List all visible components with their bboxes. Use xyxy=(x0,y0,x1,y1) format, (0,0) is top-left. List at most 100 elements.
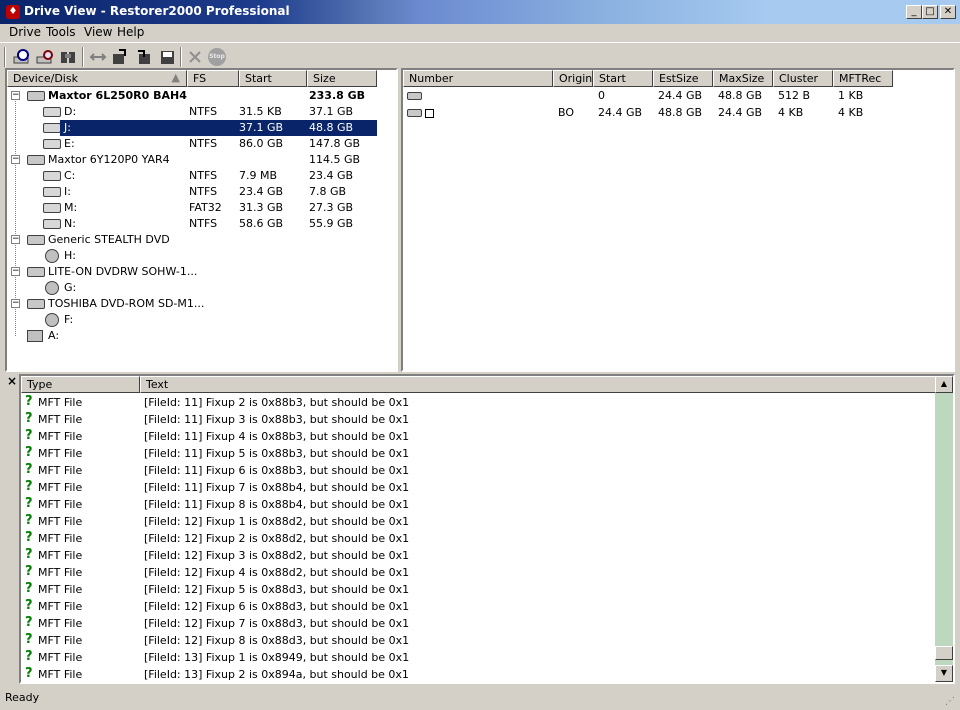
log-row[interactable]: ? MFT File [FileId: 12] Fixup 6 is 0x88d3,… xyxy=(21,599,933,616)
log-row[interactable]: ? MFT File [FileId: 11] Fixup 3 is 0x88b3,… xyxy=(21,412,933,429)
column-header-start[interactable]: Start xyxy=(593,70,653,87)
log-row[interactable]: ? MFT File [FileId: 12] Fixup 4 is 0x88d2,… xyxy=(21,565,933,582)
tree-volume-item[interactable]: G: xyxy=(7,280,396,296)
tree-volume-item[interactable]: A: xyxy=(7,328,396,344)
log-row[interactable]: ? MFT File [FileId: 12] Fixup 3 is 0x88d2,… xyxy=(21,548,933,565)
save-icon[interactable] xyxy=(157,47,177,67)
scroll-up-button[interactable]: ▲ xyxy=(935,376,953,393)
column-header-origin[interactable]: Origin xyxy=(553,70,593,87)
log-text: [FileId: 12] Fixup 7 is 0x88d3, but shou… xyxy=(144,617,410,630)
scan-drive-icon[interactable] xyxy=(12,47,32,67)
tree-volume-item[interactable]: I: NTFS 23.4 GB 7.8 GB xyxy=(7,184,396,200)
tree-disk-item[interactable]: − Maxtor 6L250R0 BAH4 233.8 GB xyxy=(7,88,396,104)
minimize-button[interactable]: _ xyxy=(906,5,922,19)
fs-value: NTFS xyxy=(189,185,218,198)
log-row[interactable]: ? MFT File [FileId: 11] Fixup 6 is 0x88b3,… xyxy=(21,463,933,480)
log-row[interactable]: ? MFT File [FileId: 12] Fixup 7 is 0x88d3,… xyxy=(21,616,933,633)
open-volume-icon[interactable] xyxy=(110,47,130,67)
tree-disk-item[interactable]: − TOSHIBA DVD-ROM SD-M1... xyxy=(7,296,396,312)
connect-icon[interactable] xyxy=(88,47,108,67)
maxsize-value: 48.8 GB xyxy=(718,89,763,102)
app-icon[interactable]: ♦ xyxy=(6,5,20,19)
tree-volume-item[interactable]: E: NTFS 86.0 GB 147.8 GB xyxy=(7,136,396,152)
log-row[interactable]: ? MFT File [FileId: 11] Fixup 5 is 0x88b3,… xyxy=(21,446,933,463)
tree-volume-item[interactable]: M: FAT32 31.3 GB 27.3 GB xyxy=(7,200,396,216)
device-name: M: xyxy=(64,201,78,214)
log-row[interactable]: ? MFT File [FileId: 11] Fixup 2 is 0x88b3,… xyxy=(21,395,933,412)
maximize-button[interactable]: □ xyxy=(922,5,938,19)
log-row[interactable]: ? MFT File [FileId: 12] Fixup 1 is 0x88d2,… xyxy=(21,514,933,531)
start-value: 37.1 GB xyxy=(239,121,284,134)
tree-volume-item[interactable]: H: xyxy=(7,248,396,264)
column-header-mftrec[interactable]: MFTRec xyxy=(833,70,893,87)
collapse-icon[interactable]: − xyxy=(11,91,20,100)
log-row[interactable]: ? MFT File [FileId: 12] Fixup 2 is 0x88d2,… xyxy=(21,531,933,548)
collapse-icon[interactable]: − xyxy=(11,235,20,244)
tree-volume-item[interactable]: F: xyxy=(7,312,396,328)
volume-icon xyxy=(43,139,61,149)
menu-help[interactable]: Help xyxy=(117,25,144,39)
log-type: MFT File xyxy=(38,430,83,443)
tree-volume-item[interactable]: N: NTFS 58.6 GB 55.9 GB xyxy=(7,216,396,232)
scroll-thumb[interactable] xyxy=(935,646,953,660)
cluster-value: 4 KB xyxy=(778,106,804,119)
log-text: [FileId: 11] Fixup 3 is 0x88b3, but shou… xyxy=(144,413,410,426)
log-row[interactable]: ? MFT File [FileId: 11] Fixup 7 is 0x88b4,… xyxy=(21,480,933,497)
partition-row[interactable]: BO 24.4 GB 48.8 GB 24.4 GB 4 KB 4 KB xyxy=(403,105,953,122)
log-row[interactable]: ? MFT File [FileId: 11] Fixup 8 is 0x88b4,… xyxy=(21,497,933,514)
resize-grip[interactable]: ⋰ xyxy=(945,696,955,707)
question-icon: ? xyxy=(25,581,33,596)
log-close-icon[interactable]: × xyxy=(5,374,19,388)
tree-disk-item[interactable]: − Generic STEALTH DVD xyxy=(7,232,396,248)
log-row[interactable]: ? MFT File [FileId: 12] Fixup 8 is 0x88d3,… xyxy=(21,633,933,650)
menu-tools[interactable]: Tools xyxy=(46,25,76,39)
toolbar: Stop xyxy=(0,42,960,69)
column-header-text[interactable]: Text xyxy=(140,376,938,393)
column-header-cluster[interactable]: Cluster xyxy=(773,70,833,87)
hard-disk-icon xyxy=(27,299,45,309)
log-row[interactable]: ? MFT File [FileId: 11] Fixup 4 is 0x88b3,… xyxy=(21,429,933,446)
stop-label: Stop xyxy=(208,48,226,66)
tree-volume-item[interactable]: C: NTFS 7.9 MB 23.4 GB xyxy=(7,168,396,184)
device-name: TOSHIBA DVD-ROM SD-M1... xyxy=(48,297,205,310)
tree-disk-item[interactable]: − Maxtor 6Y120P0 YAR4 114.5 GB xyxy=(7,152,396,168)
log-text: [FileId: 12] Fixup 6 is 0x88d3, but shou… xyxy=(144,600,410,613)
scroll-down-button[interactable]: ▼ xyxy=(935,665,953,682)
collapse-icon[interactable]: − xyxy=(11,155,20,164)
window-title: Drive View - Restorer2000 Professional xyxy=(24,4,290,18)
collapse-icon[interactable]: − xyxy=(11,267,20,276)
fs-value: NTFS xyxy=(189,105,218,118)
partition-row[interactable]: 0 24.4 GB 48.8 GB 512 B 1 KB xyxy=(403,88,953,105)
question-icon: ? xyxy=(25,445,33,460)
column-header-size[interactable]: Size xyxy=(307,70,377,87)
tree-volume-item[interactable]: J: 37.1 GB 48.8 GB xyxy=(7,120,396,136)
menu-view[interactable]: View xyxy=(84,25,112,39)
stop-icon[interactable]: Stop xyxy=(207,47,227,67)
start-value: 23.4 GB xyxy=(239,185,284,198)
tree-volume-item[interactable]: D: NTFS 31.5 KB 37.1 GB xyxy=(7,104,396,120)
log-scrollbar[interactable]: ▲ ▼ xyxy=(935,376,953,682)
search-drive-icon[interactable] xyxy=(35,47,55,67)
log-row[interactable]: ? MFT File [FileId: 12] Fixup 5 is 0x88d3,… xyxy=(21,582,933,599)
menu-drive[interactable]: Drive xyxy=(9,25,41,39)
close-button[interactable]: ✕ xyxy=(940,5,956,19)
column-header-estsize[interactable]: EstSize xyxy=(653,70,713,87)
column-header-fs[interactable]: FS xyxy=(187,70,239,87)
column-header-device[interactable]: Device/Disk ▲ xyxy=(7,70,187,87)
log-type: MFT File xyxy=(38,464,83,477)
log-row[interactable]: ? MFT File [FileId: 13] Fixup 2 is 0x894a,… xyxy=(21,667,933,682)
delete-icon[interactable] xyxy=(185,47,205,67)
column-header-number[interactable]: Number xyxy=(403,70,553,87)
column-header-start[interactable]: Start xyxy=(239,70,307,87)
fs-value: NTFS xyxy=(189,169,218,182)
start-value: 86.0 GB xyxy=(239,137,284,150)
column-header-maxsize[interactable]: MaxSize xyxy=(713,70,773,87)
collapse-icon[interactable]: − xyxy=(11,299,20,308)
tree-disk-item[interactable]: − LITE-ON DVDRW SOHW-1... xyxy=(7,264,396,280)
find-icon[interactable] xyxy=(58,47,78,67)
open-file-icon[interactable] xyxy=(134,47,154,67)
device-name: J: xyxy=(64,121,71,134)
partition-checkbox[interactable] xyxy=(425,109,434,118)
log-row[interactable]: ? MFT File [FileId: 13] Fixup 1 is 0x8949,… xyxy=(21,650,933,667)
column-header-type[interactable]: Type xyxy=(21,376,140,393)
